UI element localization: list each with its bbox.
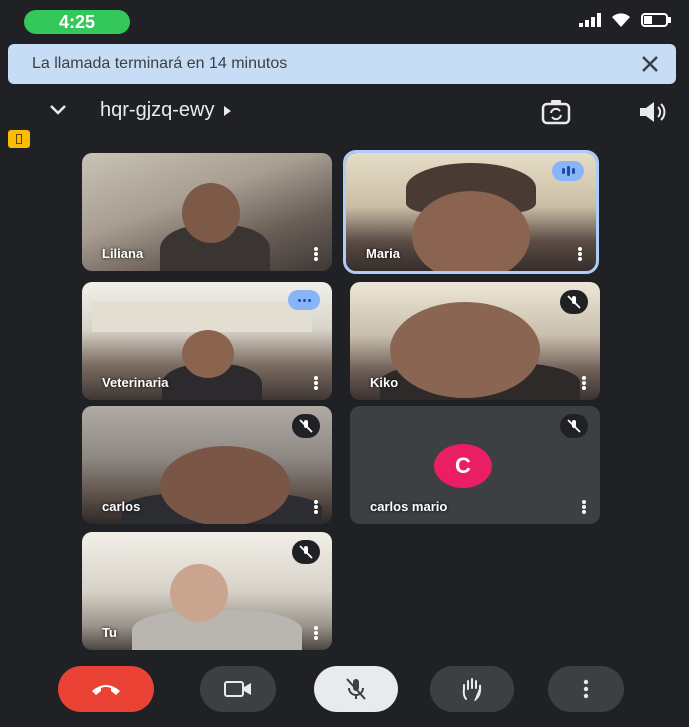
end-call-button[interactable] [58, 666, 154, 712]
mic-off-icon [346, 678, 366, 700]
microphone-button[interactable] [314, 666, 398, 712]
call-ending-banner: La llamada terminará en 14 minutos [8, 44, 676, 84]
more-vert-icon[interactable] [314, 247, 318, 261]
signal-icon [579, 13, 601, 27]
more-vert-icon[interactable] [578, 247, 582, 261]
participant-tile-maria[interactable]: Maria [343, 150, 599, 274]
participant-tile-self[interactable]: Tu [82, 532, 332, 650]
chevron-down-icon[interactable] [48, 100, 68, 120]
close-icon[interactable] [638, 52, 662, 76]
mic-off-icon [292, 540, 320, 564]
wifi-icon [612, 13, 630, 27]
participant-name: carlos [102, 499, 141, 514]
play-arrow-icon [224, 105, 232, 116]
speaking-indicator-icon [552, 161, 584, 181]
more-vert-icon [583, 679, 589, 699]
status-icons [579, 12, 671, 28]
more-vert-icon[interactable] [582, 376, 586, 390]
participant-name: Tu [102, 625, 117, 640]
battery-icon [641, 13, 671, 27]
raise-hand-button[interactable] [430, 666, 514, 712]
side-panel-tab[interactable] [8, 130, 30, 148]
participant-name: Veterinaria [102, 375, 169, 390]
banner-text: La llamada terminará en 14 minutos [32, 55, 288, 72]
participant-name: Maria [366, 246, 400, 261]
speaking-indicator-icon [288, 290, 320, 310]
mic-off-icon [560, 290, 588, 314]
more-vert-icon[interactable] [314, 626, 318, 640]
status-time: 4:25 [24, 10, 130, 34]
more-vert-icon[interactable] [314, 500, 318, 514]
participant-name: Liliana [102, 246, 144, 261]
more-options-button[interactable] [548, 666, 624, 712]
mic-off-icon [292, 414, 320, 438]
camera-switch-icon[interactable] [540, 98, 572, 126]
videocam-icon [224, 681, 251, 697]
participant-tile-liliana[interactable]: Liliana [82, 153, 332, 271]
participant-tile-kiko[interactable]: Kiko [350, 282, 600, 400]
participant-name: Kiko [370, 375, 399, 390]
phone-hangup-icon [92, 685, 120, 695]
avatar: C [434, 444, 492, 488]
camera-button[interactable] [200, 666, 276, 712]
participant-tile-carlos[interactable]: carlos [82, 406, 332, 524]
speaker-icon[interactable] [636, 98, 668, 126]
participant-name: carlos mario [370, 499, 448, 514]
meeting-code[interactable]: hqr-gjzq-ewy [100, 99, 232, 122]
participant-tile-veterinaria[interactable]: Veterinaria [82, 282, 332, 400]
meeting-code-label: hqr-gjzq-ewy [100, 99, 215, 121]
participant-tile-carlos-mario[interactable]: C carlos mario [350, 406, 600, 524]
more-vert-icon[interactable] [314, 376, 318, 390]
hand-icon [462, 678, 482, 701]
mic-off-icon [560, 414, 588, 438]
more-vert-icon[interactable] [582, 500, 586, 514]
